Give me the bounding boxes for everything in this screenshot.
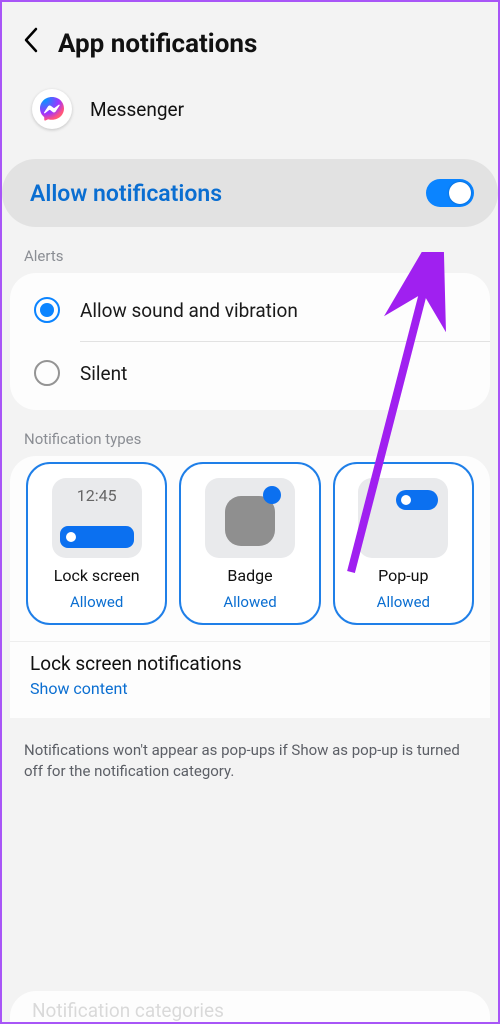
type-card-lockscreen[interactable]: 12:45 Lock screen Allowed [26,462,167,625]
radio-sound[interactable] [34,297,60,323]
popup-pill-icon [396,490,438,510]
type-card-badge[interactable]: Badge Allowed [179,462,320,625]
app-name: Messenger [90,98,184,121]
hint-text: Notifications won't appear as pop-ups if… [2,718,498,804]
lockscreen-thumb: 12:45 [52,478,142,558]
type-status-lockscreen: Allowed [70,593,123,611]
type-name-popup: Pop-up [378,566,428,585]
messenger-icon [32,89,72,129]
alerts-section-label: Alerts [2,227,498,273]
allow-notifications-label: Allow notifications [30,180,222,207]
toggle-knob [449,182,471,204]
lockscreen-time: 12:45 [52,486,142,505]
notification-types-row: 12:45 Lock screen Allowed Badge Allowed … [10,456,490,641]
alerts-card: Allow sound and vibration Silent [10,273,490,410]
alert-option-silent[interactable]: Silent [10,342,490,404]
alert-silent-label: Silent [80,362,127,385]
lockscreen-notifications-subtitle: Show content [30,679,470,698]
lockscreen-bar-icon [60,526,134,548]
type-name-lockscreen: Lock screen [54,566,140,585]
back-icon[interactable] [22,26,40,61]
allow-notifications-row[interactable]: Allow notifications [2,159,498,227]
badge-thumb [205,478,295,558]
alert-sound-label: Allow sound and vibration [80,299,298,322]
badge-dot-icon [263,486,281,504]
type-status-badge: Allowed [223,593,276,611]
page-title: App notifications [58,29,257,59]
popup-thumb [358,478,448,558]
badge-shape-icon [225,496,275,546]
lockscreen-notifications-row[interactable]: Lock screen notifications Show content [10,641,490,718]
type-card-popup[interactable]: Pop-up Allowed [333,462,474,625]
app-row: Messenger [2,77,498,153]
alert-option-sound[interactable]: Allow sound and vibration [10,279,490,341]
lockscreen-notifications-title: Lock screen notifications [30,652,470,675]
types-section-label: Notification types [2,410,498,456]
bottom-partial-card: Notification categories [10,991,490,1022]
allow-notifications-toggle[interactable] [426,179,474,207]
type-status-popup: Allowed [377,593,430,611]
type-name-badge: Badge [227,566,272,585]
radio-silent[interactable] [34,360,60,386]
bottom-partial-text: Notification categories [32,999,468,1022]
